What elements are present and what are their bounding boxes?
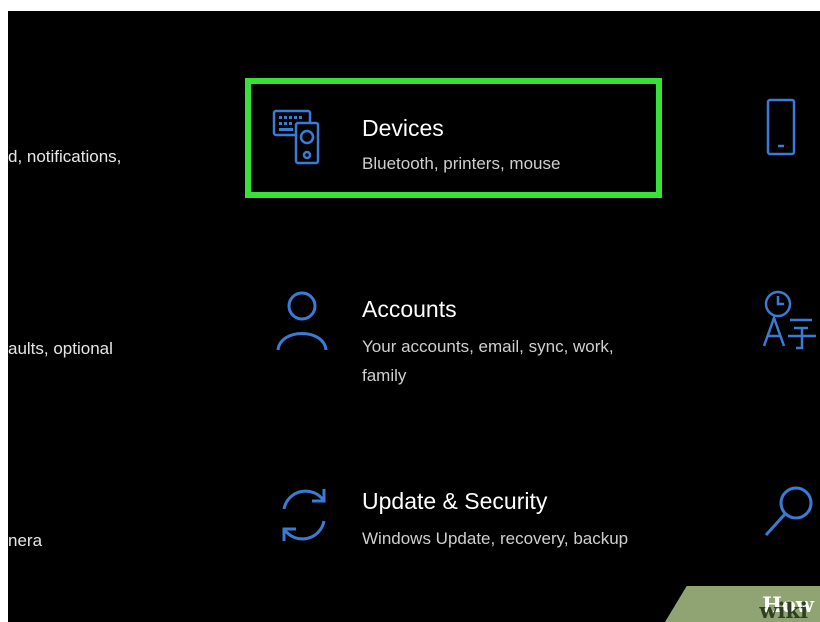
phone-icon[interactable] xyxy=(760,96,800,163)
accounts-tile[interactable]: Accounts Your accounts, email, sync, wor… xyxy=(248,283,658,393)
tile-title-update-security: Update & Security xyxy=(362,488,548,514)
left-tile-description-2[interactable]: aults, optional xyxy=(8,339,113,359)
accounts-person-icon xyxy=(276,288,332,351)
update-security-tile[interactable]: Update & Security Windows Update, recove… xyxy=(248,475,658,585)
watermark-wiki: wiki xyxy=(759,598,808,622)
wikihow-watermark: wiki How xyxy=(665,586,820,622)
tile-subtitle-accounts: Your accounts, email, sync, work, family xyxy=(362,337,614,385)
update-sync-icon xyxy=(274,483,330,543)
highlight-box xyxy=(245,78,662,198)
left-tile-description-1[interactable]: d, notifications, xyxy=(8,147,121,167)
tile-title-accounts: Accounts xyxy=(362,296,457,322)
time-language-icon[interactable] xyxy=(760,286,820,361)
search-icon[interactable] xyxy=(760,481,820,550)
left-tile-description-3[interactable]: nera xyxy=(8,531,42,551)
tile-subtitle-update-security: Windows Update, recovery, backup xyxy=(362,529,629,548)
settings-screen: d, notifications, aults, optional nera D… xyxy=(8,11,820,622)
